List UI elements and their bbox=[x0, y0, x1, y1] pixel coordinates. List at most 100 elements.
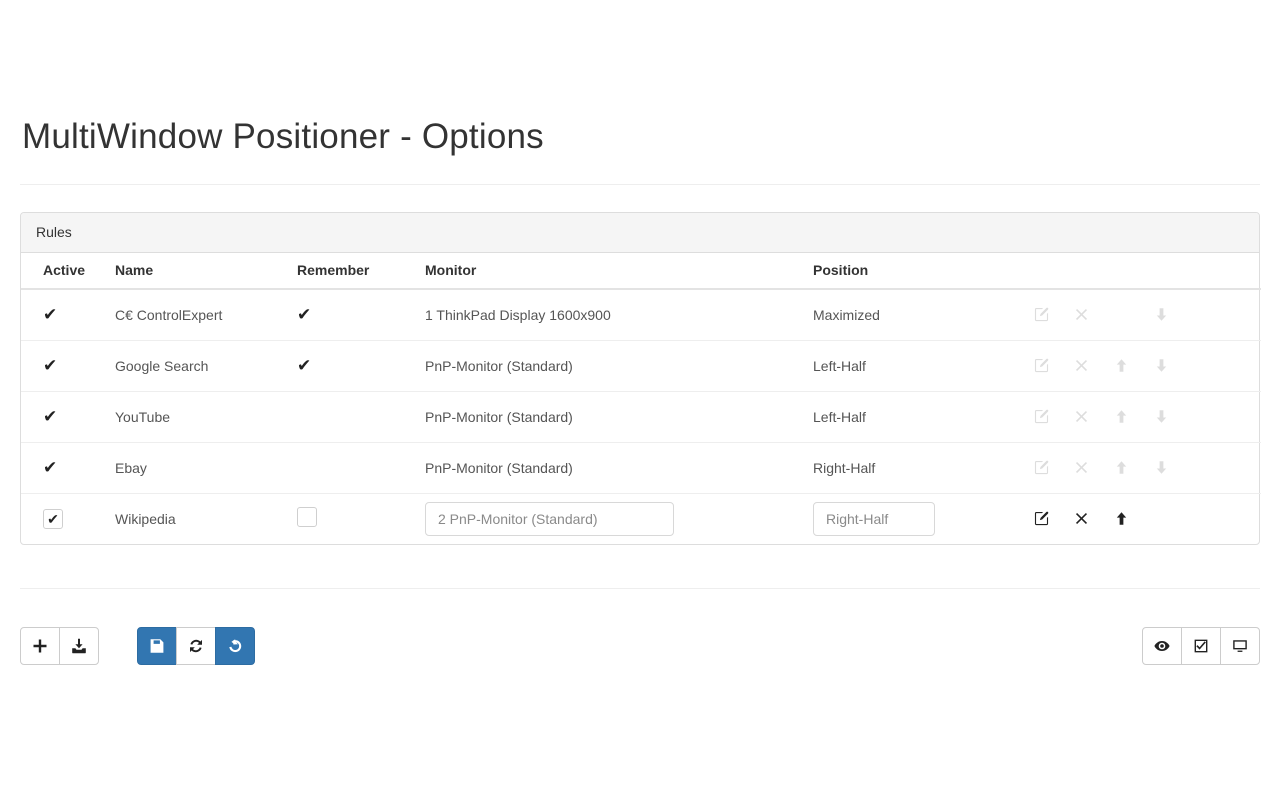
edit-button[interactable] bbox=[1021, 511, 1061, 526]
title-divider bbox=[20, 183, 1260, 185]
move-down-button[interactable] bbox=[1141, 358, 1181, 373]
delete-button[interactable] bbox=[1061, 511, 1101, 526]
reset-button[interactable] bbox=[215, 627, 255, 665]
move-down-button[interactable] bbox=[1141, 460, 1181, 475]
column-header-actions bbox=[1021, 253, 1261, 290]
rules-table-body: ✔ C€ ControlExpert ✔ 1 ThinkPad Display 160… bbox=[21, 289, 1261, 544]
move-down-button[interactable] bbox=[1141, 307, 1181, 322]
cell-position: Left-Half bbox=[813, 339, 1021, 391]
row-actions bbox=[1021, 409, 1253, 424]
edit-button[interactable] bbox=[1021, 409, 1061, 424]
cell-remember: ✔ bbox=[297, 339, 425, 391]
cell-position: Right-Half bbox=[813, 492, 1021, 544]
row-actions bbox=[1021, 307, 1253, 322]
delete-button[interactable] bbox=[1061, 307, 1101, 322]
active-checkmark-icon: ✔ bbox=[43, 356, 58, 375]
move-up-button[interactable] bbox=[1101, 358, 1141, 373]
cell-name: YouTube bbox=[115, 390, 297, 442]
cell-remember bbox=[297, 492, 425, 544]
delete-button[interactable] bbox=[1061, 460, 1101, 475]
undo-icon bbox=[227, 638, 243, 654]
table-row: ✔ Google Search ✔ PnP-Monitor (Standard) Lef… bbox=[21, 339, 1261, 391]
options-page: MultiWindow Positioner - Options Rules A… bbox=[0, 0, 1280, 800]
select-all-button[interactable] bbox=[1181, 627, 1221, 665]
cell-actions bbox=[1021, 339, 1261, 391]
refresh-button[interactable] bbox=[176, 627, 216, 665]
table-row: ✔ YouTube PnP-Monitor (Standard) Left-Half bbox=[21, 390, 1261, 442]
save-button[interactable] bbox=[137, 627, 177, 665]
monitor-input[interactable]: 2 PnP-Monitor (Standard) bbox=[425, 501, 674, 536]
preview-button[interactable] bbox=[1142, 627, 1182, 665]
cell-monitor: PnP-Monitor (Standard) bbox=[425, 339, 813, 391]
remember-checkbox[interactable] bbox=[297, 507, 317, 528]
delete-button[interactable] bbox=[1061, 409, 1101, 424]
move-down-button[interactable] bbox=[1141, 409, 1181, 424]
cell-name: Ebay bbox=[115, 441, 297, 493]
column-header-monitor: Monitor bbox=[425, 253, 813, 290]
cell-position: Maximized bbox=[813, 306, 880, 323]
cell-active: ✔ bbox=[21, 339, 115, 391]
persistence-actions-group bbox=[137, 627, 255, 665]
cell-active: ✔ bbox=[21, 289, 115, 340]
row-actions bbox=[1021, 460, 1253, 475]
active-checkbox[interactable]: ✔ bbox=[43, 508, 63, 529]
edit-button[interactable] bbox=[1021, 460, 1061, 475]
cell-active: ✔ bbox=[21, 390, 115, 442]
cell-name: Wikipedia bbox=[115, 492, 297, 544]
cell-remember bbox=[297, 441, 425, 493]
checkbox-checked-icon bbox=[1193, 638, 1209, 654]
footer-toolbar bbox=[0, 626, 1280, 666]
eye-icon bbox=[1154, 638, 1170, 654]
column-header-remember: Remember bbox=[297, 253, 425, 290]
refresh-icon bbox=[188, 638, 204, 654]
cell-monitor: 1 ThinkPad Display 1600x900 bbox=[425, 306, 611, 323]
remember-checkmark-icon: ✔ bbox=[297, 305, 312, 325]
cell-actions bbox=[1021, 492, 1261, 544]
plus-icon bbox=[32, 638, 48, 654]
cell-actions bbox=[1021, 289, 1261, 340]
cell-remember bbox=[297, 390, 425, 442]
import-icon bbox=[71, 638, 87, 654]
rule-actions-group bbox=[20, 627, 99, 665]
cell-position: Right-Half bbox=[813, 441, 1021, 493]
delete-button[interactable] bbox=[1061, 358, 1101, 373]
checkmark-icon: ✔ bbox=[47, 510, 59, 527]
edit-button[interactable] bbox=[1021, 358, 1061, 373]
table-row: ✔ Ebay PnP-Monitor (Standard) Right-Half bbox=[21, 441, 1261, 493]
cell-remember: ✔ bbox=[297, 289, 425, 340]
table-row: ✔ Wikipedia 2 PnP-Monitor (Standard) Right-… bbox=[21, 492, 1261, 544]
column-header-active: Active bbox=[21, 253, 115, 290]
column-header-position: Position bbox=[813, 253, 1021, 290]
move-up-button[interactable] bbox=[1101, 511, 1141, 526]
rules-panel: Rules Active Name Remember Monitor Posit… bbox=[20, 212, 1261, 545]
cell-monitor: 2 PnP-Monitor (Standard) bbox=[425, 492, 813, 544]
add-rule-button[interactable] bbox=[20, 627, 60, 665]
cell-active: ✔ bbox=[21, 492, 115, 544]
import-rules-button[interactable] bbox=[59, 627, 99, 665]
active-checkmark-icon: ✔ bbox=[43, 458, 58, 477]
table-header-row: Active Name Remember Monitor Position bbox=[21, 253, 1261, 290]
view-actions-group bbox=[1142, 627, 1260, 665]
footer-divider bbox=[20, 588, 1260, 589]
active-checkmark-icon: ✔ bbox=[43, 407, 58, 426]
edit-button[interactable] bbox=[1021, 307, 1061, 322]
save-icon bbox=[149, 638, 165, 654]
position-input[interactable]: Right-Half bbox=[813, 501, 935, 536]
column-header-name: Name bbox=[115, 253, 297, 290]
move-up-button[interactable] bbox=[1101, 460, 1141, 475]
active-checkmark-icon: ✔ bbox=[43, 305, 58, 325]
cell-name: Google Search bbox=[115, 339, 297, 391]
row-actions bbox=[1021, 511, 1253, 526]
rules-panel-heading: Rules bbox=[21, 213, 1259, 253]
monitors-button[interactable] bbox=[1220, 627, 1260, 665]
rules-table-head: Active Name Remember Monitor Position bbox=[21, 253, 1261, 290]
row-actions bbox=[1021, 358, 1253, 373]
cell-monitor: PnP-Monitor (Standard) bbox=[425, 441, 813, 493]
cell-actions bbox=[1021, 441, 1261, 493]
cell-monitor: PnP-Monitor (Standard) bbox=[425, 390, 813, 442]
cell-actions bbox=[1021, 390, 1261, 442]
page-title: MultiWindow Positioner - Options bbox=[22, 117, 544, 156]
cell-position: Left-Half bbox=[813, 390, 1021, 442]
monitor-icon bbox=[1232, 638, 1248, 654]
move-up-button[interactable] bbox=[1101, 409, 1141, 424]
